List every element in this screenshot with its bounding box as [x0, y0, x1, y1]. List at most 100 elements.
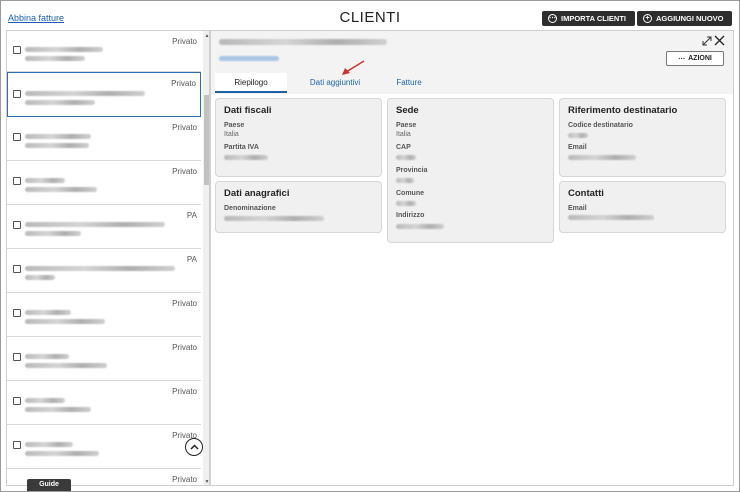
list-item[interactable]: Privato [7, 425, 201, 469]
list-item[interactable]: Privato [7, 337, 201, 381]
tab-riepilogo[interactable]: Riepilogo [215, 73, 287, 93]
redacted-detail [25, 319, 105, 324]
card-dati-anagrafici: Dati anagrafici Denominazione [215, 181, 382, 233]
redacted-name [25, 266, 175, 271]
partita-iva-label: Partita IVA [224, 144, 259, 151]
list-item-checkbox[interactable] [13, 485, 21, 486]
plus-icon: + [643, 14, 652, 23]
redacted-detail [25, 187, 97, 192]
email-label: Email [568, 205, 587, 212]
guide-button[interactable]: Guide [27, 479, 71, 491]
scroll-down-arrow-icon[interactable]: ▼ [203, 478, 209, 485]
list-item[interactable]: Privato [7, 31, 201, 72]
indirizzo-label: Indirizzo [396, 212, 425, 219]
list-item-checkbox[interactable] [13, 309, 21, 317]
redacted-detail [25, 407, 91, 412]
client-type-label: Privato [171, 79, 196, 88]
card-title: Dati anagrafici [224, 188, 290, 199]
list-item-checkbox[interactable] [13, 46, 21, 54]
list-item-checkbox[interactable] [13, 90, 21, 98]
redacted-detail [25, 363, 107, 368]
client-type-label: PA [186, 211, 197, 220]
provincia-label: Provincia [396, 167, 428, 174]
expand-icon[interactable] [702, 36, 712, 46]
list-item-checkbox[interactable] [13, 265, 21, 273]
denominazione-label: Denominazione [224, 205, 276, 212]
redacted-comune [396, 201, 416, 206]
top-bar: Abbina fatture CLIENTI ⋯ IMPORTA CLIENTI… [0, 0, 740, 30]
list-item-checkbox[interactable] [13, 177, 21, 185]
add-new-button[interactable]: + AGGIUNGI NUOVO [637, 11, 732, 26]
detail-content: Dati fiscali Paese Italia Partita IVA Da… [211, 94, 733, 485]
redacted-cap [396, 155, 416, 160]
detail-tabs: Riepilogo Dati aggiuntivi Fatture [215, 73, 729, 93]
redacted-name [25, 310, 71, 315]
list-scrollbar[interactable]: ▲ ▼ [203, 31, 209, 485]
card-title: Dati fiscali [224, 105, 272, 116]
paese-value: Italia [224, 131, 239, 138]
redacted-detail [25, 451, 99, 456]
scroll-to-top-button[interactable] [185, 438, 203, 456]
redacted-indirizzo [396, 224, 444, 229]
redacted-email [568, 215, 654, 220]
close-icon[interactable] [714, 35, 725, 46]
azioni-button[interactable]: ⋯ AZIONI [666, 51, 724, 66]
list-item-checkbox[interactable] [13, 133, 21, 141]
card-riferimento-destinatario: Riferimento destinatario Codice destinat… [559, 98, 726, 177]
redacted-name [25, 134, 91, 139]
redacted-name [25, 442, 73, 447]
list-item[interactable]: Privato [7, 381, 201, 425]
list-item[interactable]: PA [7, 249, 201, 293]
redacted-name [25, 354, 69, 359]
redacted-provincia [396, 178, 414, 183]
redacted-name [25, 178, 65, 183]
redacted-codice [568, 133, 588, 138]
card-contatti: Contatti Email [559, 181, 726, 233]
card-title: Contatti [568, 188, 604, 199]
paese-value: Italia [396, 131, 411, 138]
client-type-label: Privato [172, 123, 197, 132]
cap-label: CAP [396, 144, 411, 151]
detail-header: ⋯ AZIONI Riepilogo Dati aggiuntivi Fattu… [211, 31, 733, 93]
add-new-label: AGGIUNGI NUOVO [656, 14, 724, 23]
redacted-detail [25, 100, 95, 105]
list-item-checkbox[interactable] [13, 441, 21, 449]
list-item[interactable]: Privato [7, 293, 201, 337]
codice-destinatario-label: Codice destinatario [568, 122, 633, 129]
import-icon: ⋯ [548, 14, 557, 23]
list-item[interactable]: Privato [7, 161, 201, 205]
card-dati-fiscali: Dati fiscali Paese Italia Partita IVA [215, 98, 382, 177]
comune-label: Comune [396, 190, 424, 197]
list-item-checkbox[interactable] [13, 397, 21, 405]
redacted-denominazione [224, 216, 324, 221]
import-clients-button[interactable]: ⋯ IMPORTA CLIENTI [542, 11, 635, 26]
import-clients-label: IMPORTA CLIENTI [561, 14, 626, 23]
list-item-checkbox[interactable] [13, 221, 21, 229]
email-label: Email [568, 144, 587, 151]
client-detail-panel: ⋯ AZIONI Riepilogo Dati aggiuntivi Fattu… [210, 30, 734, 486]
card-title: Riferimento destinatario [568, 105, 678, 116]
redacted-partita-iva [224, 155, 268, 160]
client-type-label: Privato [172, 167, 197, 176]
redacted-client-subtitle [219, 56, 279, 61]
list-item[interactable]: Privato [7, 117, 201, 161]
redacted-detail [25, 275, 55, 280]
chevron-up-icon [189, 444, 199, 450]
card-title: Sede [396, 105, 419, 116]
list-item[interactable]: PA [7, 205, 201, 249]
redacted-detail [25, 143, 89, 148]
redacted-client-name [219, 39, 387, 45]
client-type-label: Privato [172, 37, 197, 46]
more-dots-icon: ⋯ [678, 55, 686, 63]
scroll-up-arrow-icon[interactable]: ▲ [203, 32, 209, 40]
redacted-detail [25, 56, 85, 61]
redacted-name [25, 398, 65, 403]
client-type-label: PA [186, 255, 197, 264]
client-type-label: Privato [172, 475, 197, 484]
tab-fatture[interactable]: Fatture [379, 73, 439, 93]
list-item-checkbox[interactable] [13, 353, 21, 361]
card-sede: Sede Paese Italia CAP Provincia Comune I… [387, 98, 554, 243]
list-item-selected[interactable]: Privato [7, 72, 201, 117]
tab-dati-aggiuntivi[interactable]: Dati aggiuntivi [295, 73, 375, 93]
client-list: Privato Privato Privato Privato PA PA Pr… [7, 31, 201, 486]
